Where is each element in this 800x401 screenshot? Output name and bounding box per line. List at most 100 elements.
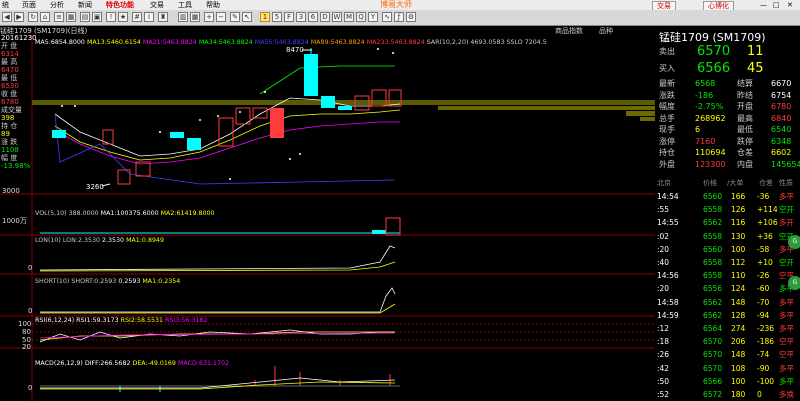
- trade-row[interactable]: 14:59 6562 128 -94 多平: [655, 309, 800, 322]
- chart-icon[interactable]: ▤: [80, 12, 90, 22]
- menu-item-system[interactable]: 统: [2, 0, 9, 10]
- trade-row[interactable]: 14:55 6562 116 +106 多开: [655, 216, 800, 229]
- stat-value: 6754: [771, 90, 792, 100]
- trade-volume: 116: [731, 218, 746, 228]
- trade-price: 6558: [703, 231, 723, 241]
- price-axis-bottom: 3000: [2, 187, 20, 195]
- period-year-icon[interactable]: Y: [368, 12, 378, 22]
- favorite-icon[interactable]: ★: [118, 12, 128, 22]
- stat-value: 7160: [695, 136, 716, 146]
- rsi-legend: RSI(6,12,24) RSI1:59.3173 RSI2:58.5531 R…: [35, 317, 207, 324]
- trade-price: 6566: [703, 376, 723, 386]
- trade-row[interactable]: 14:56 6558 110 -26 空平: [655, 269, 800, 282]
- trade-volume: 126: [731, 205, 746, 215]
- back-icon[interactable]: ◀: [2, 12, 12, 22]
- period-1m-icon[interactable]: 1: [260, 12, 270, 22]
- formula-icon[interactable]: ƒ: [394, 12, 404, 22]
- ask-label: 卖出: [659, 47, 675, 56]
- trade-row[interactable]: :18 6570 206 -186 空平: [655, 335, 800, 348]
- home-icon[interactable]: ⌂: [40, 12, 50, 22]
- period-60m-icon[interactable]: 6: [308, 12, 318, 22]
- trade-row[interactable]: :20 6560 100 -58 多平: [655, 243, 800, 256]
- menu-item-page[interactable]: 页面: [22, 0, 36, 10]
- menu-item-features[interactable]: 特色功能: [106, 0, 134, 10]
- draw-icon[interactable]: ✎: [230, 12, 240, 22]
- period-30m-icon[interactable]: 3: [296, 12, 306, 22]
- trade-row[interactable]: :42 6570 108 -90 多平: [655, 362, 800, 375]
- alert-icon[interactable]: !: [106, 12, 116, 22]
- trade-oi-change: +106: [757, 218, 778, 228]
- tab-commodity-index[interactable]: 商品指数: [555, 26, 583, 36]
- indicator-icon[interactable]: ∿: [382, 12, 392, 22]
- trade-price: 6570: [703, 337, 723, 347]
- bid-label: 买入: [659, 64, 675, 73]
- candle: [187, 138, 201, 150]
- layout-icon[interactable]: ▥: [178, 12, 188, 22]
- trade-time: :50: [657, 376, 670, 386]
- cursor-icon[interactable]: ↖: [242, 12, 252, 22]
- stat-value: 6: [695, 125, 701, 134]
- ma34-legend: MA34:5463.8824: [198, 39, 253, 46]
- trade-row[interactable]: 14:54 6560 166 -36 多平: [655, 190, 800, 203]
- rsi3-legend: RSI3:56.3182: [165, 317, 208, 324]
- list-icon[interactable]: ≡: [54, 12, 64, 22]
- trade-row[interactable]: 14:58 6562 148 -70 多平: [655, 296, 800, 309]
- stat-value: 268962: [695, 113, 726, 123]
- minimize-button[interactable]: —: [760, 0, 767, 10]
- trade-row[interactable]: :02 6558 130 +36 空开: [655, 230, 800, 243]
- quote-title: 锰硅1709 (SM1709): [659, 31, 766, 44]
- trade-type: 多平: [779, 363, 794, 373]
- menu-item-analysis[interactable]: 分析: [50, 0, 64, 10]
- sslo-legend: SSLO 7204.5: [506, 39, 547, 46]
- settings-icon[interactable]: ⚙: [406, 12, 416, 22]
- trade-type: 多平: [779, 324, 794, 333]
- menu-item-trade[interactable]: 交易: [150, 0, 164, 10]
- stat-value: 6602: [771, 148, 792, 157]
- info-icon[interactable]: i: [144, 12, 154, 22]
- close-button[interactable]: ✕: [787, 0, 793, 10]
- trade-row[interactable]: :12 6564 274 -236 多平: [655, 322, 800, 335]
- zoom-out-icon[interactable]: −: [216, 12, 226, 22]
- menu-item-news[interactable]: 新闻: [78, 0, 92, 10]
- calc-icon[interactable]: #: [132, 12, 142, 22]
- trade-oi-change: -70: [757, 297, 770, 307]
- menu-item-help[interactable]: 帮助: [206, 0, 220, 10]
- period-day-icon[interactable]: D: [320, 12, 330, 22]
- trade-oi-change: -100: [757, 376, 775, 386]
- menu-item-tools[interactable]: 工具: [178, 0, 192, 10]
- stat-label: 最低: [737, 125, 753, 134]
- table-icon[interactable]: ▦: [190, 12, 200, 22]
- side-green-button-2[interactable]: G: [788, 276, 800, 290]
- side-green-button[interactable]: G: [788, 235, 800, 249]
- rsi1-legend: RSI(6,12,24) RSI1:59.3173: [35, 317, 119, 324]
- trophy-icon[interactable]: ♜: [158, 12, 168, 22]
- period-month-icon[interactable]: M: [344, 12, 354, 22]
- news-icon[interactable]: ▣: [92, 12, 102, 22]
- trade-header-vol: /大单: [727, 179, 744, 187]
- period-5m-icon[interactable]: 5: [272, 12, 282, 22]
- trade-row[interactable]: :52 6572 180 0 多换: [655, 388, 800, 401]
- grid-icon[interactable]: ▦: [66, 12, 76, 22]
- trade-header-oi: 仓差: [759, 179, 773, 187]
- period-week-icon[interactable]: W: [332, 12, 342, 22]
- period-quarter-icon[interactable]: Q: [356, 12, 366, 22]
- stat-value: 6670: [771, 79, 792, 88]
- quote-stat-row: 幅度 -2.75% 开盘 6780: [655, 102, 800, 112]
- period-15m-icon[interactable]: F: [284, 12, 294, 22]
- tab-varieties[interactable]: 品种: [599, 26, 613, 36]
- trade-row[interactable]: :55 6558 126 +114 空开: [655, 203, 800, 216]
- stat-value: -186: [695, 90, 714, 100]
- zoom-in-icon[interactable]: +: [204, 12, 214, 22]
- trade-row[interactable]: :26 6570 148 -74 空平: [655, 348, 800, 361]
- maximize-button[interactable]: □: [773, 0, 780, 10]
- trade-row[interactable]: :40 6558 112 +10 空开: [655, 256, 800, 269]
- forward-icon[interactable]: ▶: [14, 12, 24, 22]
- stat-label: 幅度: [659, 102, 675, 111]
- trade-oi-change: -26: [757, 271, 770, 281]
- refresh-icon[interactable]: ↻: [28, 12, 38, 22]
- trade-row[interactable]: :20 6556 124 -60 多平: [655, 282, 800, 295]
- lon-legend-label: LON(10) LON:2.3530: [35, 237, 100, 244]
- ma5-legend: MA5:6854.8000: [35, 39, 85, 46]
- chart-canvas[interactable]: 8470 3260: [0, 34, 655, 401]
- trade-row[interactable]: :50 6566 100 -100 多平: [655, 375, 800, 388]
